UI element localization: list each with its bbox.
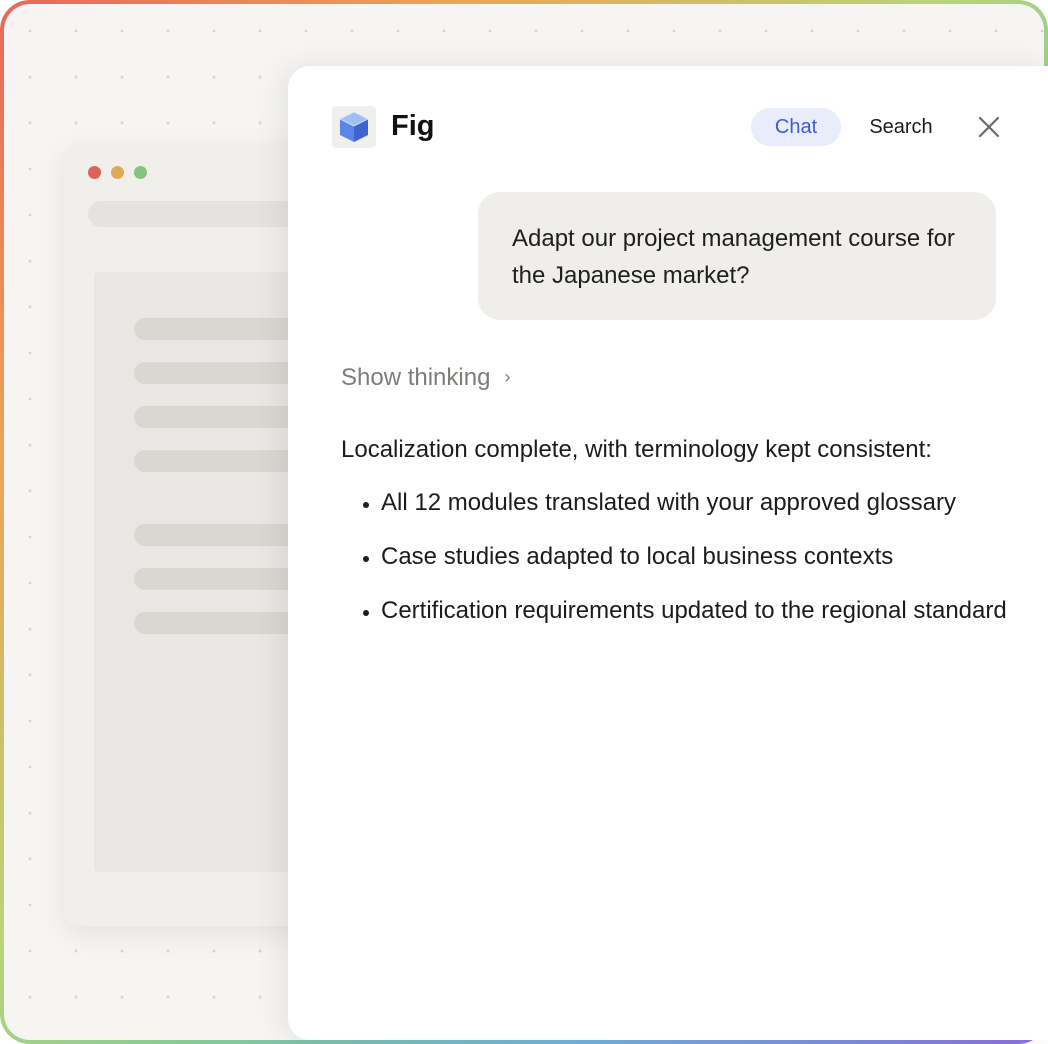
user-message-bubble: Adapt our project management course for … [478, 192, 996, 320]
show-thinking-toggle[interactable]: Show thinking › [341, 364, 510, 392]
show-thinking-label: Show thinking [341, 364, 491, 391]
tab-chat[interactable]: Chat [751, 108, 841, 146]
list-item: Case studies adapted to local business c… [381, 537, 1021, 576]
chevron-right-icon: › [504, 367, 511, 387]
response-list: All 12 modules translated with your appr… [341, 483, 1021, 630]
response-intro: Localization complete, with terminology … [341, 436, 932, 463]
window-minimize-dot [111, 166, 124, 179]
app-name: Fig [391, 110, 435, 142]
tab-search[interactable]: Search [853, 108, 949, 146]
window-close-dot [88, 166, 101, 179]
assistant-response: Localization complete, with terminology … [341, 430, 1021, 645]
list-item: Certification requirements updated to th… [381, 591, 1021, 630]
window-maximize-dot [134, 166, 147, 179]
list-item: All 12 modules translated with your appr… [381, 483, 1021, 522]
cube-icon [332, 106, 376, 148]
close-icon[interactable] [972, 110, 1006, 144]
chat-panel: Fig Chat Search Adapt our project manage… [288, 66, 1048, 1040]
